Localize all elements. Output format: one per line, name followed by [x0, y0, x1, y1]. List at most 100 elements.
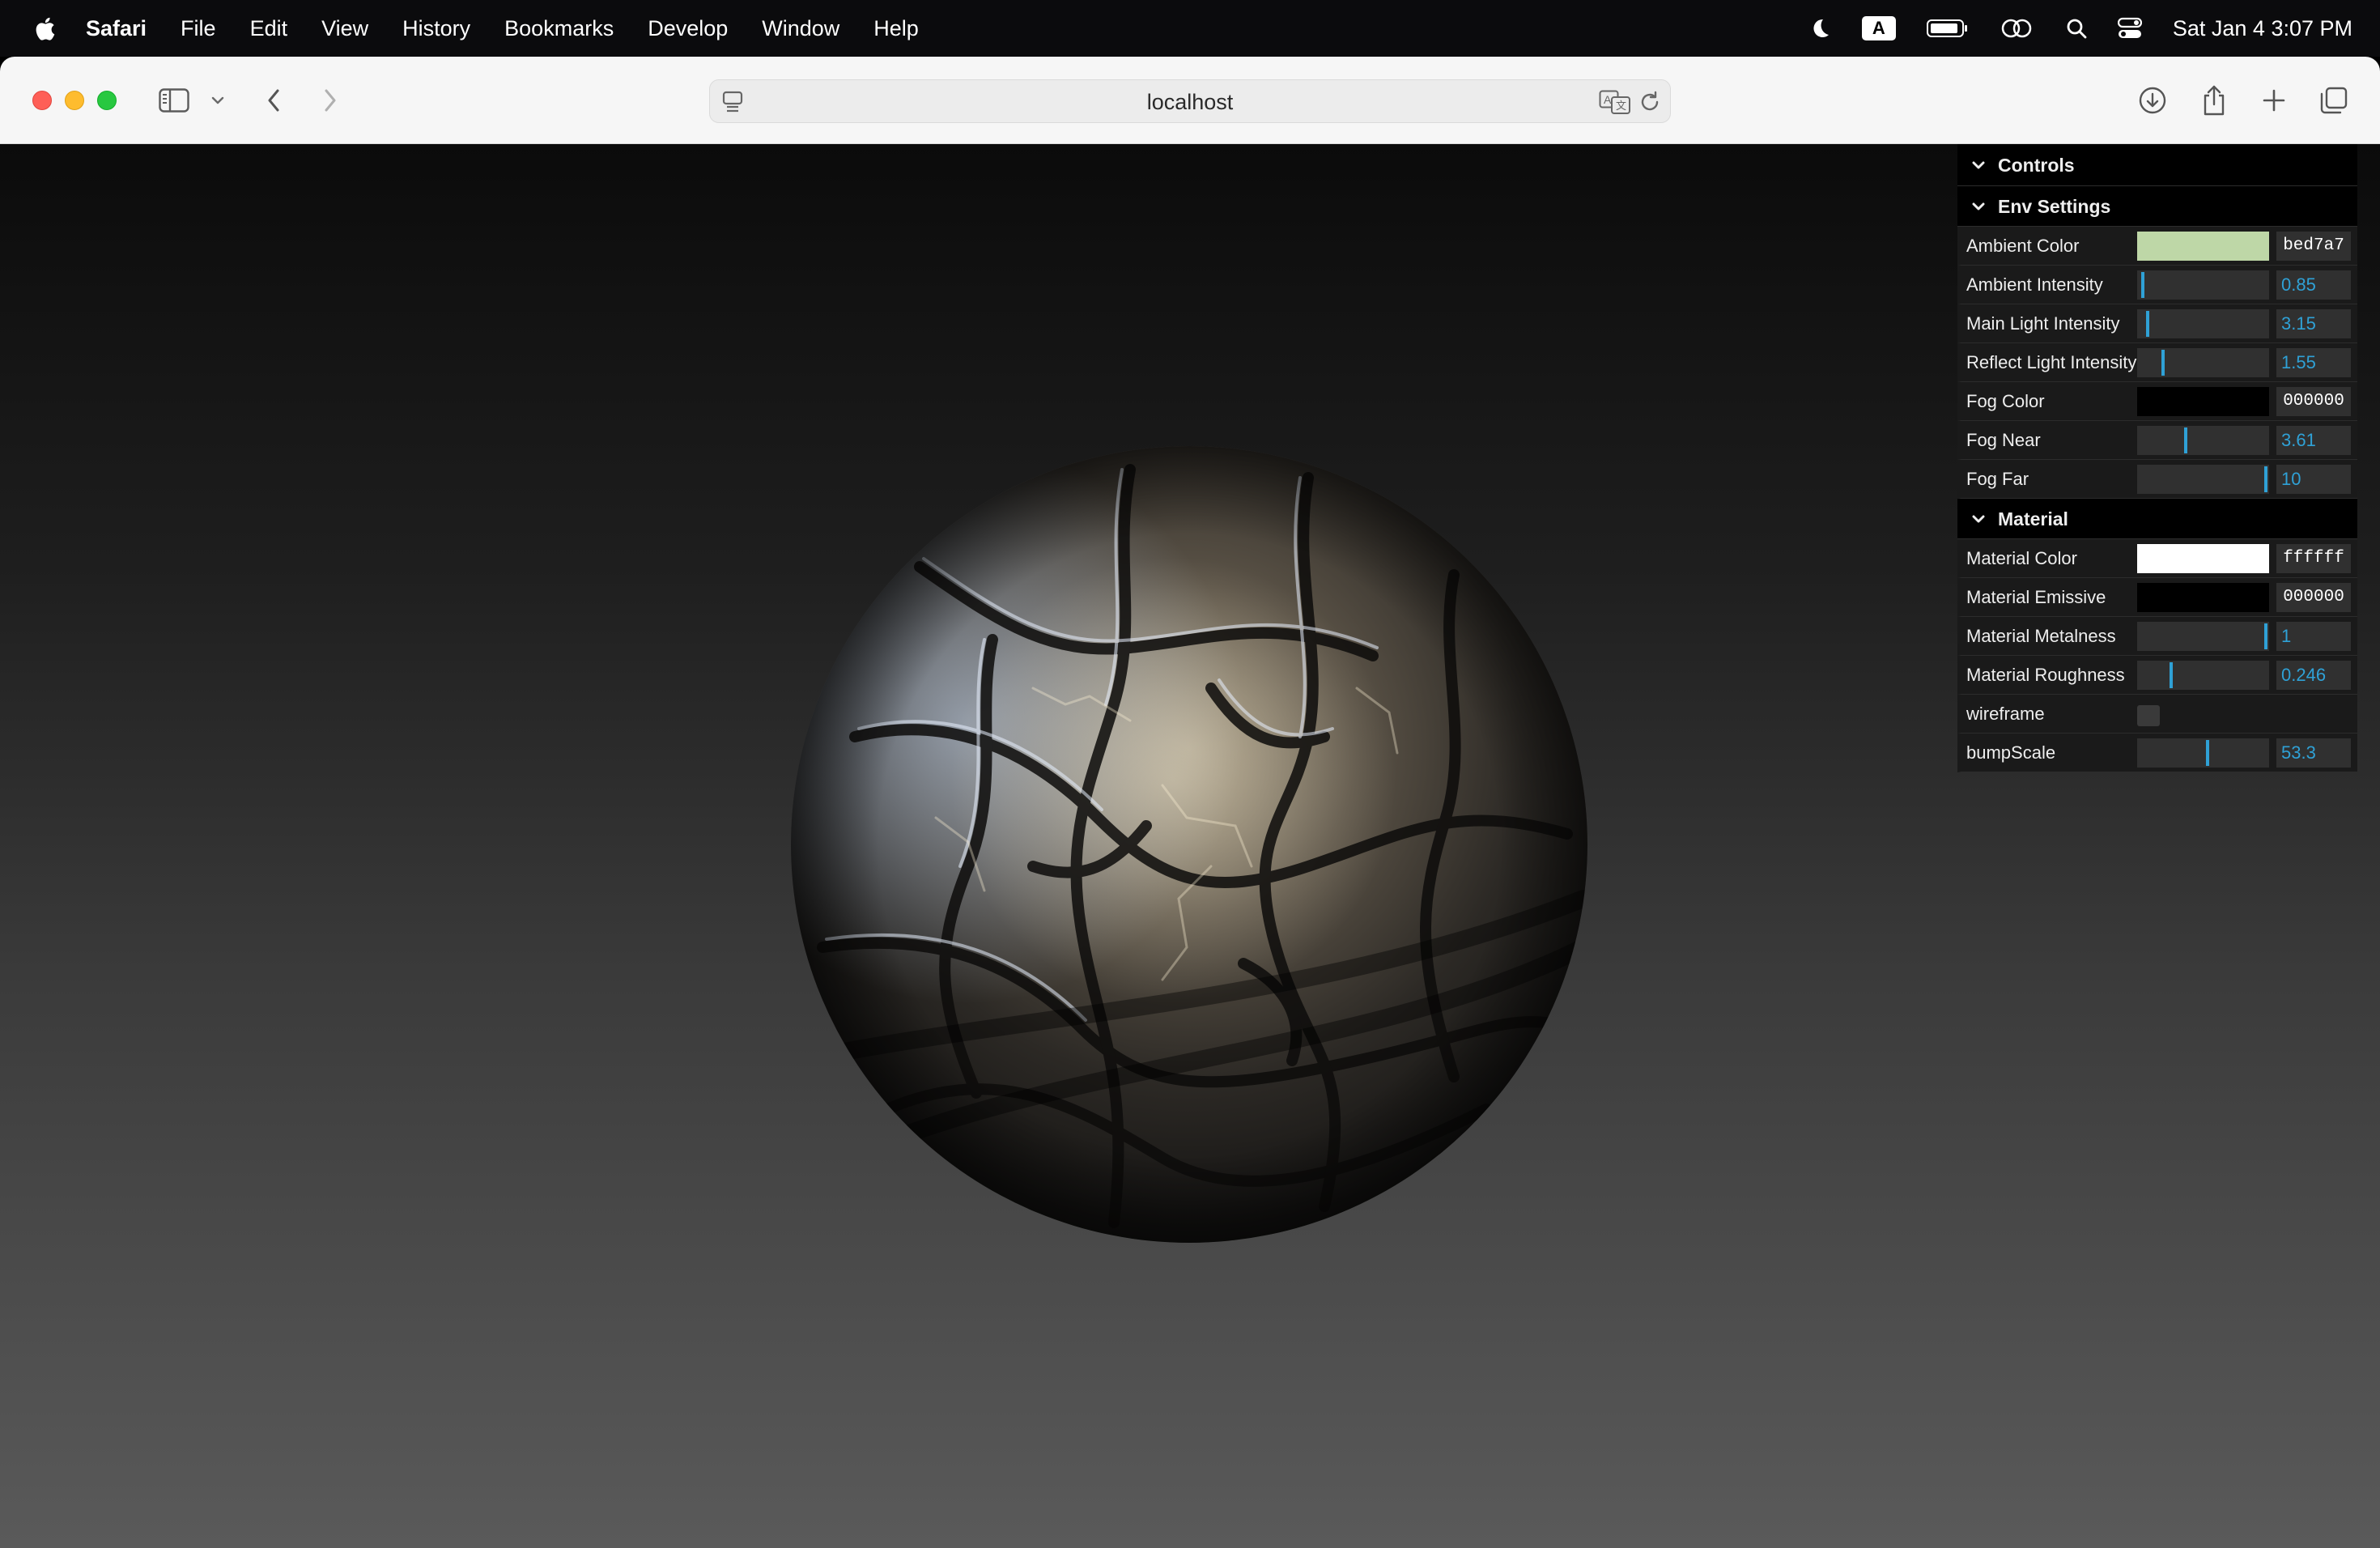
forward-arrow-icon[interactable]: [316, 81, 345, 120]
menu-file[interactable]: File: [181, 16, 216, 41]
ambient-intensity-input[interactable]: 0.85: [2276, 270, 2351, 300]
material-color-label: Material Color: [1966, 548, 2077, 568]
fog-color-row: Fog Color 000000: [1957, 382, 2357, 421]
material-emissive-hex-input[interactable]: 000000: [2276, 583, 2351, 612]
reflect-light-intensity-label: Reflect Light Intensity: [1966, 352, 2137, 372]
window-zoom-button[interactable]: [97, 91, 117, 110]
slider-thumb[interactable]: [2170, 662, 2173, 688]
window-close-button[interactable]: [32, 91, 52, 110]
fog-color-hex-input[interactable]: 000000: [2276, 387, 2351, 416]
svg-text:文: 文: [1616, 100, 1626, 113]
back-arrow-icon[interactable]: [259, 81, 288, 120]
slider-thumb[interactable]: [2141, 272, 2144, 298]
material-roughness-label: Material Roughness: [1966, 665, 2125, 685]
window-minimize-button[interactable]: [65, 91, 84, 110]
material-metalness-row: Material Metalness 1: [1957, 617, 2357, 656]
material-title-label: Material: [1998, 508, 2068, 529]
downloads-icon[interactable]: [2136, 81, 2170, 120]
env-settings-folder-title[interactable]: Env Settings: [1957, 186, 2357, 227]
menu-edit[interactable]: Edit: [250, 16, 288, 41]
ambient-color-label: Ambient Color: [1966, 236, 2080, 256]
bump-scale-label: bumpScale: [1966, 742, 2056, 763]
address-bar[interactable]: localhost A文: [709, 79, 1671, 123]
slider-thumb[interactable]: [2184, 427, 2187, 453]
sidebar-toggle-icon[interactable]: [155, 81, 193, 120]
material-color-row: Material Color ffffff: [1957, 539, 2357, 578]
webgl-canvas[interactable]: Controls Env Settings Ambient Color bed7…: [0, 144, 2380, 1548]
material-folder-title[interactable]: Material: [1957, 499, 2357, 539]
material-color-swatch[interactable]: [2137, 544, 2269, 573]
address-url[interactable]: localhost: [710, 80, 1670, 124]
main-light-intensity-slider[interactable]: [2137, 309, 2269, 338]
share-icon[interactable]: [2197, 81, 2231, 120]
fog-near-input[interactable]: 3.61: [2276, 426, 2351, 455]
caret-down-icon: [1972, 202, 1988, 211]
reflect-light-intensity-input[interactable]: 1.55: [2276, 348, 2351, 377]
slider-thumb[interactable]: [2146, 311, 2149, 337]
svg-text:A: A: [1604, 93, 1612, 106]
input-source-badge[interactable]: A: [1861, 16, 1896, 40]
ambient-intensity-row: Ambient Intensity 0.85: [1957, 266, 2357, 304]
material-color-hex-input[interactable]: ffffff: [2276, 544, 2351, 573]
spotlight-search-icon[interactable]: [2066, 18, 2087, 39]
ambient-color-row: Ambient Color bed7a7: [1957, 227, 2357, 266]
reflect-light-intensity-slider[interactable]: [2137, 348, 2269, 377]
controls-title-label: Controls: [1998, 154, 2075, 176]
translate-icon[interactable]: A文: [1599, 90, 1631, 118]
material-metalness-input[interactable]: 1: [2276, 622, 2351, 651]
menu-view[interactable]: View: [321, 16, 368, 41]
menu-bookmarks[interactable]: Bookmarks: [504, 16, 614, 41]
menu-bar-clock[interactable]: Sat Jan 4 3:07 PM: [2173, 16, 2352, 41]
wireframe-checkbox[interactable]: [2137, 705, 2160, 726]
slider-thumb[interactable]: [2264, 623, 2267, 649]
controls-folder-title[interactable]: Controls: [1957, 144, 2357, 186]
browser-toolbar: localhost A文: [0, 57, 2380, 144]
chevron-down-icon[interactable]: [206, 81, 230, 120]
apple-menu-icon[interactable]: [34, 16, 55, 40]
battery-icon[interactable]: [1926, 18, 1969, 39]
status-area: A Sat Jan 4 3:07 PM: [1808, 0, 2352, 57]
ambient-intensity-slider[interactable]: [2137, 270, 2269, 300]
fog-color-swatch[interactable]: [2137, 387, 2269, 416]
tab-overview-icon[interactable]: [2317, 81, 2351, 120]
menu-develop[interactable]: Develop: [648, 16, 728, 41]
menu-app-name[interactable]: Safari: [86, 16, 147, 41]
material-metalness-slider[interactable]: [2137, 622, 2269, 651]
wireframe-row: wireframe: [1957, 695, 2357, 734]
main-light-intensity-input[interactable]: 3.15: [2276, 309, 2351, 338]
ambient-color-swatch[interactable]: [2137, 232, 2269, 261]
fog-far-slider[interactable]: [2137, 465, 2269, 494]
fog-near-row: Fog Near 3.61: [1957, 421, 2357, 460]
material-emissive-swatch[interactable]: [2137, 583, 2269, 612]
reload-icon[interactable]: [1638, 90, 1662, 118]
material-emissive-label: Material Emissive: [1966, 587, 2106, 607]
material-roughness-row: Material Roughness 0.246: [1957, 656, 2357, 695]
menu-help[interactable]: Help: [873, 16, 919, 41]
slider-thumb[interactable]: [2161, 350, 2165, 376]
new-tab-plus-icon[interactable]: [2257, 81, 2291, 120]
fog-far-label: Fog Far: [1966, 469, 2029, 489]
menu-bar: Safari File Edit View History Bookmarks …: [0, 0, 2380, 57]
ambient-intensity-label: Ambient Intensity: [1966, 274, 2103, 295]
slider-thumb[interactable]: [2264, 466, 2267, 492]
bump-scale-input[interactable]: 53.3: [2276, 738, 2351, 768]
bump-scale-slider[interactable]: [2137, 738, 2269, 768]
main-light-intensity-row: Main Light Intensity 3.15: [1957, 304, 2357, 343]
menu-history[interactable]: History: [402, 16, 470, 41]
control-center-icon[interactable]: [2117, 17, 2142, 40]
focus-moon-icon[interactable]: [1808, 17, 1831, 40]
ambient-color-hex-input[interactable]: bed7a7: [2276, 232, 2351, 261]
fog-color-label: Fog Color: [1966, 391, 2045, 411]
material-metalness-label: Material Metalness: [1966, 626, 2116, 646]
screen-mirroring-icon[interactable]: [2000, 17, 2035, 40]
slider-thumb[interactable]: [2206, 740, 2209, 766]
fog-near-slider[interactable]: [2137, 426, 2269, 455]
main-light-intensity-label: Main Light Intensity: [1966, 313, 2120, 334]
fog-far-input[interactable]: 10: [2276, 465, 2351, 494]
env-settings-title-label: Env Settings: [1998, 195, 2111, 217]
menu-window[interactable]: Window: [762, 16, 839, 41]
material-emissive-row: Material Emissive 000000: [1957, 578, 2357, 617]
controls-panel: Controls Env Settings Ambient Color bed7…: [1957, 144, 2357, 772]
material-roughness-input[interactable]: 0.246: [2276, 661, 2351, 690]
material-roughness-slider[interactable]: [2137, 661, 2269, 690]
